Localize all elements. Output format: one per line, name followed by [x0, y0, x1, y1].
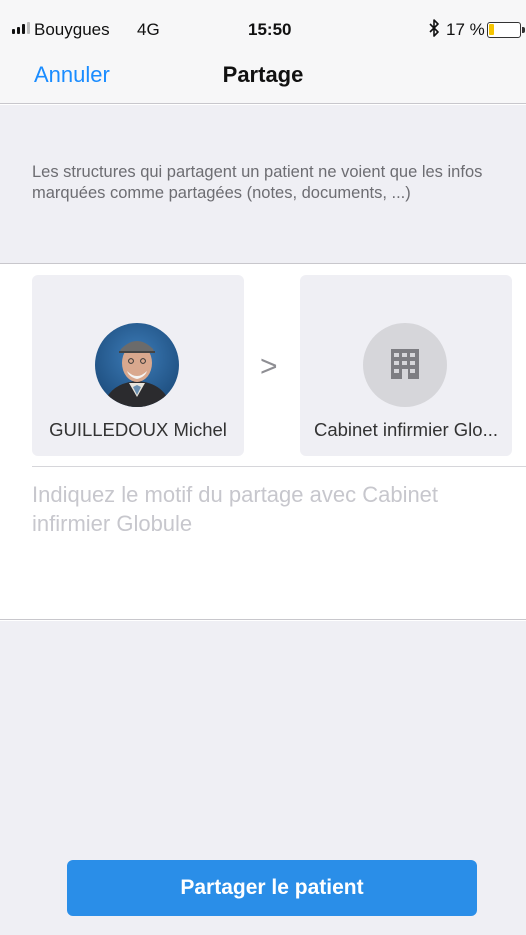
patient-avatar	[95, 323, 179, 407]
patient-card[interactable]: GUILLEDOUX Michel	[32, 275, 244, 456]
navigation-bar: Annuler Partage	[0, 40, 526, 104]
info-text: Les structures qui partagent un patient …	[32, 163, 483, 202]
battery-tip	[522, 27, 525, 33]
structure-card[interactable]: Cabinet infirmier Glo...	[300, 275, 512, 456]
info-section: Les structures qui partagent un patient …	[0, 105, 526, 264]
share-patient-button[interactable]: Partager le patient	[67, 860, 477, 916]
battery-level	[489, 24, 494, 35]
bottom-area: Partager le patient	[0, 621, 526, 935]
structure-name: Cabinet infirmier Glo...	[313, 419, 499, 440]
divider	[32, 466, 526, 467]
network-type: 4G	[137, 20, 160, 39]
patient-name: GUILLEDOUX Michel	[49, 419, 227, 440]
battery-percent: 17 %	[446, 20, 485, 39]
carrier-name: Bouygues	[34, 20, 110, 39]
status-bar: Bouygues 4G 15:50 17 %	[0, 0, 526, 40]
page-title: Partage	[222, 62, 304, 87]
share-arrow: >	[260, 350, 278, 383]
battery-icon	[487, 22, 521, 38]
building-icon	[363, 323, 447, 407]
status-time: 15:50	[248, 20, 292, 39]
share-form: GUILLEDOUX Michel > Cabinet infirmier Gl…	[0, 265, 526, 620]
bluetooth-icon	[428, 19, 440, 42]
share-reason-input[interactable]: Indiquez le motif du partage avec Cabine…	[32, 480, 502, 600]
